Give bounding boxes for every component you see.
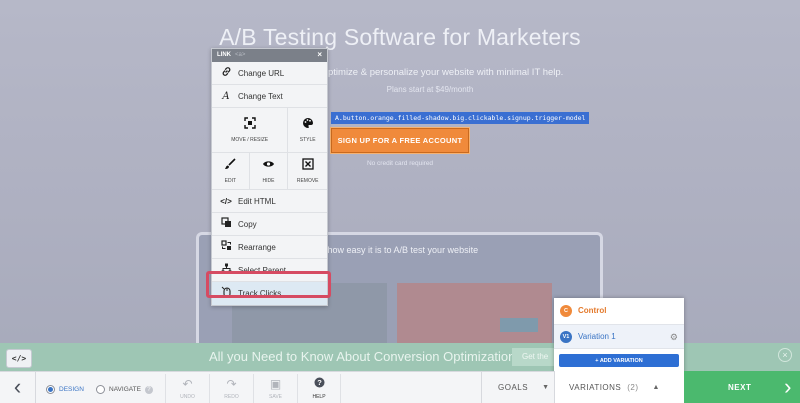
menu-item-edit[interactable]: EDIT bbox=[212, 153, 250, 189]
remove-icon bbox=[302, 158, 314, 173]
menu-item-label: REMOVE bbox=[296, 178, 319, 184]
context-menu-header: LINK <a> × bbox=[212, 49, 327, 62]
variation-1[interactable]: V1 Variation 1 ⚙ bbox=[554, 324, 684, 349]
redo-icon: ↷ bbox=[226, 377, 237, 391]
save-icon: ▣ bbox=[269, 377, 282, 391]
mouse-icon bbox=[220, 286, 232, 301]
next-button[interactable]: NEXT › bbox=[684, 371, 800, 403]
menu-item-remove[interactable]: REMOVE bbox=[288, 153, 327, 189]
menu-item-label: STYLE bbox=[299, 137, 316, 143]
goals-label: GOALS bbox=[498, 382, 529, 392]
undo-label: UNDO bbox=[180, 394, 195, 400]
add-variation-button[interactable]: + ADD VARIATION bbox=[559, 354, 679, 367]
menu-item-style[interactable]: STYLE bbox=[288, 108, 327, 152]
hero-subtitle: ptimize & personalize your website with … bbox=[328, 67, 564, 78]
menu-grid-row-1: MOVE / RESIZE STYLE bbox=[212, 108, 327, 153]
gear-icon[interactable]: ⚙ bbox=[670, 332, 678, 343]
menu-item-edit-html[interactable]: </> Edit HTML bbox=[212, 190, 327, 213]
variation-badge: V1 bbox=[560, 330, 572, 343]
brush-icon bbox=[224, 158, 236, 173]
menu-item-track-clicks[interactable]: Track Clicks bbox=[212, 282, 327, 305]
element-type-label: LINK bbox=[217, 52, 231, 58]
code-icon: </> bbox=[220, 196, 232, 206]
video-caption: h how easy it is to A/B test your websit… bbox=[320, 245, 479, 255]
menu-item-label: MOVE / RESIZE bbox=[231, 137, 269, 143]
no-credit-card-note: No credit card required bbox=[366, 160, 434, 167]
save-label: SAVE bbox=[269, 394, 282, 400]
variation-control[interactable]: C Control bbox=[554, 298, 684, 323]
design-label: DESIGN bbox=[59, 386, 84, 393]
signup-button[interactable]: SIGN UP FOR A FREE ACCOUNT bbox=[331, 128, 469, 153]
close-icon[interactable]: × bbox=[778, 348, 792, 362]
caret-down-icon: ▼ bbox=[542, 383, 550, 391]
menu-item-rearrange[interactable]: Rearrange bbox=[212, 236, 327, 259]
variations-label: VARIATIONS bbox=[569, 382, 622, 392]
menu-item-label: Rearrange bbox=[238, 242, 276, 252]
undo-button[interactable]: ↶ UNDO bbox=[165, 374, 209, 403]
variation-label: Variation 1 bbox=[578, 332, 616, 341]
element-context-menu: LINK <a> × Change URL A Change Text MOVE … bbox=[211, 48, 328, 306]
video-thumb-block bbox=[397, 283, 552, 343]
eye-icon bbox=[262, 158, 275, 173]
caret-up-icon: ▲ bbox=[652, 383, 660, 391]
close-icon[interactable]: × bbox=[317, 50, 322, 59]
menu-grid-row-2: EDIT HIDE REMOVE bbox=[212, 153, 327, 190]
menu-item-move-resize[interactable]: MOVE / RESIZE bbox=[212, 108, 289, 152]
video-thumb-block bbox=[500, 318, 538, 332]
back-chevron-icon[interactable]: ‹ bbox=[0, 371, 36, 403]
variations-dropdown[interactable]: VARIATIONS (2) ▲ bbox=[554, 371, 684, 403]
hero-title: A/B Testing Software for Marketers bbox=[219, 24, 581, 50]
navigate-mode-option[interactable]: NAVIGATE ? bbox=[96, 385, 153, 394]
help-button[interactable]: ? HELP bbox=[297, 374, 341, 403]
menu-item-change-text[interactable]: A Change Text bbox=[212, 85, 327, 108]
help-icon[interactable]: ? bbox=[144, 385, 153, 394]
menu-item-hide[interactable]: HIDE bbox=[250, 153, 289, 189]
variation-label: Control bbox=[578, 306, 607, 315]
variations-count: (2) bbox=[627, 382, 639, 392]
menu-item-copy[interactable]: Copy bbox=[212, 213, 327, 236]
rearrange-icon bbox=[220, 240, 232, 254]
undo-icon: ↶ bbox=[182, 377, 193, 391]
design-radio[interactable] bbox=[46, 385, 55, 394]
chevron-right-icon: › bbox=[784, 374, 792, 399]
menu-item-select-parent[interactable]: Select Parent bbox=[212, 259, 327, 282]
link-icon bbox=[220, 66, 232, 80]
announcement-text: All you Need to Know About Conversion Op… bbox=[209, 349, 516, 364]
save-button[interactable]: ▣ SAVE bbox=[253, 374, 297, 403]
design-mode-option[interactable]: DESIGN bbox=[46, 385, 84, 394]
menu-item-label: EDIT bbox=[224, 178, 237, 184]
next-label: NEXT bbox=[728, 382, 752, 392]
hero-price: Plans start at $49/month bbox=[386, 85, 474, 94]
goals-dropdown[interactable]: GOALS ▼ bbox=[481, 371, 554, 403]
code-editor-toggle[interactable]: </> bbox=[6, 349, 32, 368]
copy-icon bbox=[220, 217, 232, 231]
menu-item-change-url[interactable]: Change URL bbox=[212, 62, 327, 85]
announcement-button[interactable]: Get the bbox=[512, 348, 558, 366]
move-resize-icon bbox=[243, 117, 256, 132]
menu-item-label: Copy bbox=[238, 219, 257, 229]
help-circle-icon: ? bbox=[314, 377, 325, 391]
menu-item-label: Track Clicks bbox=[238, 289, 282, 298]
text-icon: A bbox=[222, 90, 230, 102]
navigate-radio[interactable] bbox=[96, 385, 105, 394]
menu-item-label: HIDE bbox=[262, 178, 275, 184]
redo-label: REDO bbox=[224, 394, 239, 400]
menu-item-label: Select Parent bbox=[238, 265, 287, 275]
menu-item-label: Change Text bbox=[238, 91, 283, 101]
menu-item-label: Change URL bbox=[238, 68, 285, 78]
redo-button[interactable]: ↷ REDO bbox=[209, 374, 253, 403]
element-selector-tag: A.button.orange.filled-shadow.big.clicka… bbox=[331, 112, 590, 124]
element-tag-label: <a> bbox=[235, 52, 246, 58]
palette-icon bbox=[302, 117, 314, 132]
svg-text:?: ? bbox=[317, 378, 322, 387]
navigate-label: NAVIGATE bbox=[109, 386, 141, 393]
control-badge: C bbox=[560, 304, 572, 317]
menu-item-label: Edit HTML bbox=[238, 196, 276, 206]
hierarchy-icon bbox=[220, 263, 232, 277]
help-label: HELP bbox=[312, 394, 326, 400]
